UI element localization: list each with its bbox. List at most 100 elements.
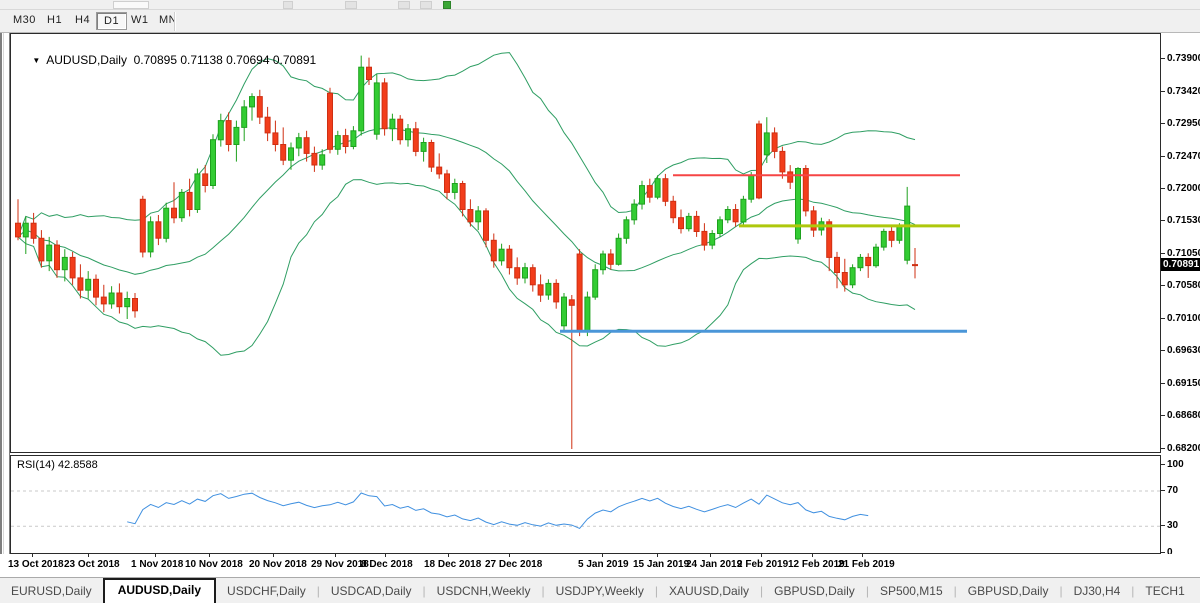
price-tick-label: 0.68200 (1167, 443, 1200, 454)
rsi-tick-label: 30 (1167, 520, 1179, 531)
price-tick-mark (1161, 220, 1165, 221)
candle (787, 165, 794, 189)
candle (334, 130, 341, 155)
rsi-tick-mark (1161, 464, 1165, 465)
price-tick-label: 0.73420 (1167, 86, 1200, 97)
date-tick-label: 23 Oct 2018 (64, 559, 120, 570)
chart-tab-usdcnh-weekly[interactable]: USDCNH,Weekly (426, 580, 542, 603)
timeframe-button-m30[interactable]: M30 (6, 12, 43, 30)
price-tick-mark (1161, 285, 1165, 286)
price-tick-mark (1161, 415, 1165, 416)
date-tick-label: 12 Feb 2019 (788, 559, 845, 570)
chart-tab-sp500-m15[interactable]: SP500,M15 (869, 580, 954, 603)
toolbar-fragment (113, 1, 149, 9)
candle (553, 279, 560, 309)
price-tick-mark (1161, 318, 1165, 319)
date-tick-mark (657, 554, 658, 557)
candle (397, 115, 404, 145)
date-tick-mark (761, 554, 762, 557)
chart-tab-eurusd-daily[interactable]: EURUSD,Daily (0, 580, 103, 603)
timeframe-button-mn[interactable]: MN (152, 12, 184, 30)
candle (272, 120, 279, 152)
candle (350, 126, 357, 150)
candle (194, 168, 201, 213)
toolbar-separator (174, 12, 176, 31)
candle (358, 55, 365, 136)
chart-tab-gbpusd-daily[interactable]: GBPUSD,Daily (763, 580, 866, 603)
candle (857, 254, 864, 272)
candle (241, 100, 248, 142)
price-tick-label: 0.69150 (1167, 378, 1200, 389)
candle (163, 202, 170, 243)
candle (841, 258, 848, 292)
candle (615, 233, 622, 266)
candle (701, 223, 708, 251)
timeframe-button-w1[interactable]: W1 (124, 12, 156, 30)
chart-tab-tech1[interactable]: TECH1 (1134, 580, 1195, 603)
chart-tab-gbpusd-daily[interactable]: GBPUSD,Daily (957, 580, 1060, 603)
candle (475, 206, 482, 231)
rsi-tick-mark (1161, 525, 1165, 526)
chart-tab-dj30-h4[interactable]: DJ30,H4 (1063, 580, 1132, 603)
candle (537, 274, 544, 302)
date-tick-label: 21 Feb 2019 (838, 559, 895, 570)
toolbar-fragment (398, 1, 410, 9)
timeframe-button-h1[interactable]: H1 (40, 12, 69, 30)
candle (93, 274, 99, 306)
collapse-caret-icon[interactable]: ▼ (32, 56, 40, 65)
timeframe-button-h4[interactable]: H4 (68, 12, 97, 30)
chart-tab-usdcad-daily[interactable]: USDCAD,Daily (320, 580, 423, 603)
candle (280, 127, 287, 166)
candle (724, 206, 731, 224)
chart-tab-usdjpy-weekly[interactable]: USDJPY,Weekly (545, 580, 655, 603)
chart-tab-bar: EURUSD,Daily AUDUSD,Daily USDCHF,Daily | USD… (0, 577, 1200, 603)
rsi-indicator-panel[interactable]: RSI(14) 42.8588 (10, 455, 1161, 554)
toolbar-fragment (283, 1, 293, 9)
candle (779, 146, 786, 179)
date-tick-mark (209, 554, 210, 557)
price-tick-label: 0.68680 (1167, 410, 1200, 421)
rsi-tick-mark (1161, 552, 1165, 553)
price-tick-mark (1161, 91, 1165, 92)
candle (732, 204, 739, 227)
candle (888, 226, 895, 248)
chart-tab-xauusd-daily[interactable]: XAUUSD,Daily (658, 580, 760, 603)
candle (802, 165, 809, 217)
date-tick-mark (385, 554, 386, 557)
chart-tab-audusd-daily[interactable]: AUDUSD,Daily (102, 578, 217, 603)
rsi-chart[interactable] (11, 456, 1160, 553)
date-tick-mark (335, 554, 336, 557)
candle (389, 113, 396, 142)
timeframe-toolbar: M30 H1 H4 D1 W1 MN (0, 10, 1200, 33)
date-tick-mark (509, 554, 510, 557)
rsi-line (127, 492, 869, 530)
candle (873, 243, 879, 268)
candle (15, 199, 21, 241)
candle (233, 120, 240, 162)
price-tick-mark (1161, 156, 1165, 157)
candle (451, 178, 458, 200)
price-tick-label: 0.70580 (1167, 280, 1200, 291)
candle (483, 208, 489, 248)
candle (646, 178, 653, 203)
candle (849, 264, 856, 289)
candle (444, 169, 450, 200)
candle (795, 167, 801, 244)
price-chart-panel[interactable]: ▼ AUDUSD,Daily 0.70895 0.71138 0.70694 0.… (10, 33, 1161, 453)
date-tick-mark (448, 554, 449, 557)
candle (420, 137, 427, 162)
ohlc-readout: AUDUSD,Daily 0.70895 0.71138 0.70694 0.7… (46, 53, 317, 67)
candle (498, 243, 505, 266)
candle (748, 171, 755, 203)
candle (155, 215, 162, 246)
candle (249, 93, 255, 121)
date-tick-label: 1 Nov 2018 (131, 559, 184, 570)
candle (147, 216, 154, 258)
candlestick-chart[interactable] (11, 34, 1160, 452)
chart-tab-usdchf-daily[interactable]: USDCHF,Daily (216, 580, 317, 603)
candle (709, 230, 716, 250)
candle (545, 279, 552, 300)
toolbar-fragment (420, 1, 432, 9)
rsi-indicator-label: RSI(14) 42.8588 (17, 459, 98, 471)
timeframe-button-d1[interactable]: D1 (96, 12, 128, 30)
